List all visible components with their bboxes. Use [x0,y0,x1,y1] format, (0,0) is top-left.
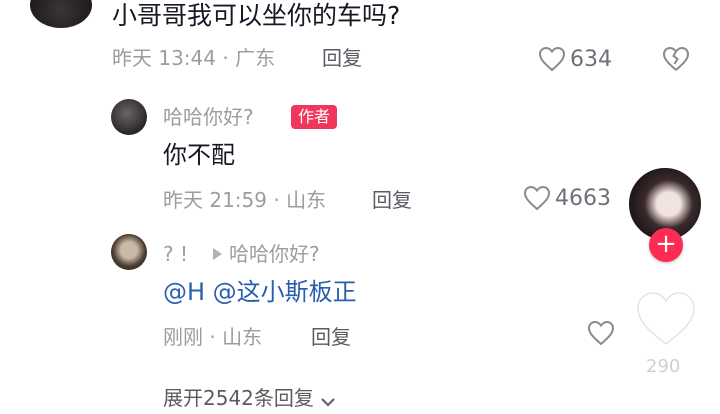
chevron-down-icon [320,386,336,414]
like-count: 634 [570,47,612,72]
reply-button[interactable]: 回复 [311,323,351,351]
dislike-broken-heart-icon[interactable] [662,46,690,72]
author-username[interactable]: 哈哈你好? [163,103,254,131]
plus-icon: + [655,229,677,259]
follow-plus-button[interactable]: + [649,228,683,262]
comment-text-mentions[interactable]: @H @这小斯板正 [163,276,357,308]
expand-replies-link[interactable]: 展开2542条回复 [163,384,336,414]
heart-outline-icon[interactable] [587,320,615,346]
reply-to-username[interactable]: 哈哈你好? [229,240,320,268]
expand-replies-label: 展开2542条回复 [163,386,314,410]
commenter-username[interactable]: ? ! [163,240,188,268]
reply-button[interactable]: 回复 [322,44,362,72]
comment-meta: 昨天 13:44 · 广东 [112,46,276,70]
reply-button[interactable]: 回复 [372,186,412,214]
comment-text: 小哥哥我可以坐你的车吗? [112,1,401,30]
comment-meta: 刚刚 · 山东 [163,325,263,349]
heart-outline-icon[interactable] [538,46,566,72]
comment-text: 你不配 [163,141,235,169]
video-like-heart-icon[interactable] [634,290,698,348]
reply-arrow-icon [211,247,223,261]
commenter-avatar[interactable] [30,0,92,28]
comment-meta: 昨天 21:59 · 山东 [163,188,327,212]
author-badge: 作者 [291,105,338,129]
like-count: 4663 [555,186,611,211]
author-avatar[interactable] [111,99,147,135]
heart-outline-icon[interactable] [523,185,551,211]
video-like-count: 290 [646,356,681,377]
commenter-avatar[interactable] [111,234,147,270]
